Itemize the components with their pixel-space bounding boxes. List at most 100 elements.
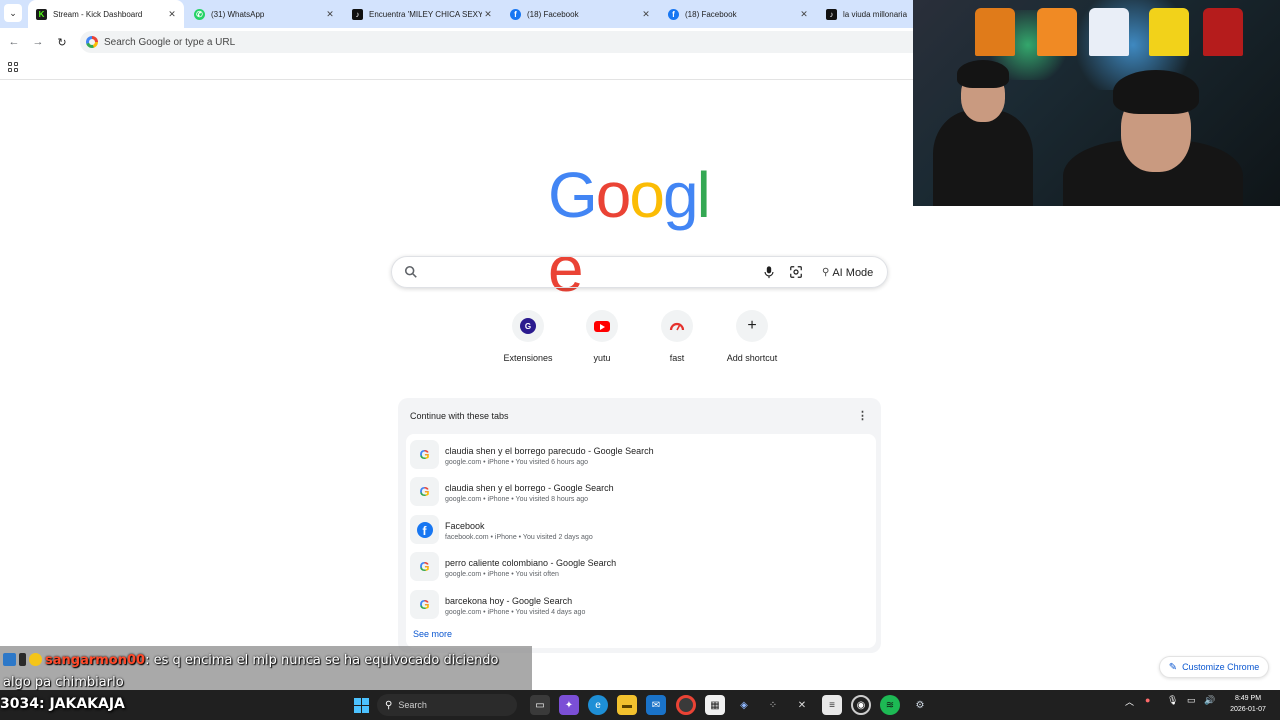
google-search-box[interactable]: ⚲ AI Mode (391, 256, 888, 288)
address-bar-placeholder: Search Google or type a URL (104, 36, 236, 48)
shortcut-label: Extensiones (503, 353, 553, 363)
tab-kick-dashboard[interactable]: K Stream - Kick Dashboard ✕ (28, 0, 184, 28)
taskbar-search-label: Search (398, 700, 427, 710)
list-item[interactable]: G claudia shen y el borrego - Google Sea… (406, 475, 876, 511)
card-heading: Continue with these tabs (410, 411, 509, 421)
list-item-title: barcekona hoy - Google Search (445, 596, 573, 606)
facebook-icon: f (416, 521, 433, 538)
reload-icon[interactable]: ↻ (54, 34, 70, 50)
sword-badge-icon (19, 653, 26, 666)
outlook-icon[interactable]: ✉ (646, 695, 666, 715)
google-logo: Google (548, 159, 711, 305)
g-letter-icon: G (520, 318, 536, 334)
tray-app-icon[interactable]: ● (1145, 695, 1150, 705)
shortcut-fast[interactable]: fast (639, 310, 715, 370)
list-item-title: claudia shen y el borrego parecudo - Goo… (445, 446, 654, 456)
google-lens-icon[interactable] (789, 265, 803, 279)
list-item-title: perro caliente colombiano - Google Searc… (445, 558, 617, 568)
notepad-icon[interactable]: ≡ (822, 695, 842, 715)
settings-gear-icon[interactable]: ⚙ (910, 695, 930, 715)
more-vertical-icon[interactable]: ⋮ (857, 410, 868, 424)
tiktok-icon: ♪ (352, 8, 363, 20)
facebook-icon: f (668, 8, 679, 20)
list-item[interactable]: G barcekona hoy - Google Search google.c… (406, 588, 876, 624)
chrome-icon[interactable] (676, 695, 696, 715)
shortcut-label: Add shortcut (726, 353, 778, 363)
google-icon: G (419, 484, 430, 499)
task-view-icon[interactable]: ▭ (530, 695, 550, 715)
chat-bottom-line: 3034: JAKAKAJA (0, 696, 125, 712)
google-icon: G (419, 447, 430, 462)
list-item[interactable]: G perro caliente colombiano - Google Sea… (406, 550, 876, 586)
ai-mode-button[interactable]: ⚲ AI Mode (816, 262, 879, 283)
tab-whatsapp[interactable]: ✆ (31) WhatsApp ✕ (186, 2, 342, 26)
file-explorer-icon[interactable]: ▬ (617, 695, 637, 715)
list-item-subtitle: google.com • iPhone • You visited 4 days… (445, 609, 586, 616)
list-item-title: Facebook (445, 521, 485, 531)
stream-chat-overlay: sangarmon00: es q encima el mlp nunca se… (0, 646, 532, 690)
tab-tiktok-viuda[interactable]: ♪ la viuda millonaria ( (818, 2, 913, 26)
close-icon[interactable]: ✕ (166, 9, 178, 20)
tab-title: (31) WhatsApp (211, 9, 265, 19)
capcut-icon[interactable]: ✕ (792, 695, 812, 715)
tab-title: Stream - Kick Dashboard (53, 9, 143, 19)
obs-icon[interactable]: ◉ (851, 695, 871, 715)
network-icon[interactable]: ▭ (1187, 695, 1196, 706)
clock-date: 2026-01-07 (1230, 706, 1266, 713)
shortcut-extensiones[interactable]: G Extensiones (490, 310, 566, 370)
vpn-icon[interactable]: ◈ (734, 695, 754, 715)
edge-icon[interactable]: e (588, 695, 608, 715)
google-icon: G (419, 559, 430, 574)
app-grid-icon[interactable]: ⁘ (763, 695, 783, 715)
customize-chrome-button[interactable]: ✎ Customize Chrome (1159, 656, 1269, 678)
facebook-icon: f (510, 8, 521, 20)
list-item-title: claudia shen y el borrego - Google Searc… (445, 483, 614, 493)
chat-username: sangarmon00 (45, 653, 146, 668)
continue-tabs-card: Continue with these tabs ⋮ G claudia she… (398, 398, 881, 653)
copilot-icon[interactable]: ✦ (559, 695, 579, 715)
add-shortcut-button[interactable]: + Add shortcut (714, 310, 790, 370)
microphone-icon[interactable]: 🎙 (1167, 695, 1178, 706)
system-clock[interactable]: 8:49 PM 2026-01-07 (1220, 693, 1276, 715)
windows-start-icon[interactable] (351, 695, 371, 715)
store-icon[interactable]: ▦ (705, 695, 725, 715)
search-icon (404, 265, 417, 278)
volume-icon[interactable]: 🔊 (1204, 695, 1215, 706)
jersey-orange (975, 8, 1015, 56)
ai-mode-label: AI Mode (832, 266, 874, 279)
chevron-up-icon[interactable]: ︿ (1125, 695, 1134, 708)
continue-tabs-list: G claudia shen y el borrego parecudo - G… (406, 434, 876, 648)
windows-taskbar: ⚲ Search ▭ ✦ e ▬ ✉ ▦ ◈ ⁘ ✕ ≡ ◉ ≋ ⚙ ︿ ● 🎙… (0, 690, 1280, 720)
tab-search-chevron-icon[interactable]: ⌄ (4, 4, 22, 22)
back-arrow-icon[interactable]: ← (6, 34, 22, 50)
streamer-webcam (913, 0, 1280, 206)
see-more-link[interactable]: See more (413, 629, 452, 639)
microphone-icon[interactable] (762, 265, 776, 279)
forward-arrow-icon[interactable]: → (30, 34, 46, 50)
list-item[interactable]: f Facebook facebook.com • iPhone • You v… (406, 513, 876, 549)
google-icon (86, 36, 98, 48)
list-item[interactable]: G claudia shen y el borrego parecudo - G… (406, 438, 876, 474)
close-icon[interactable]: ✕ (324, 9, 336, 20)
plus-icon: + (747, 317, 757, 334)
verified-badge-icon (3, 653, 16, 666)
close-icon[interactable]: ✕ (798, 9, 810, 20)
tab-facebook-2[interactable]: f (18) Facebook ✕ (660, 2, 816, 26)
tab-title: Encuentra 'MILEY CHICA SEXY (369, 9, 482, 19)
shortcut-label: yutu (593, 353, 611, 363)
tab-title: (18) Facebook (527, 9, 579, 19)
search-icon: ⚲ (385, 699, 393, 711)
shortcut-yutu[interactable]: yutu (564, 310, 640, 370)
pencil-icon: ✎ (1168, 661, 1178, 673)
subscriber-badge-icon (29, 653, 42, 666)
ai-search-icon: ⚲ (822, 267, 830, 278)
taskbar-search[interactable]: ⚲ Search (377, 694, 517, 716)
close-icon[interactable]: ✕ (482, 9, 494, 20)
tab-tiktok-search[interactable]: ♪ Encuentra 'MILEY CHICA SEXY ✕ (344, 2, 500, 26)
spotify-icon[interactable]: ≋ (880, 695, 900, 715)
close-icon[interactable]: ✕ (640, 9, 652, 20)
google-icon: G (419, 597, 430, 612)
whatsapp-icon: ✆ (194, 8, 205, 20)
tab-facebook-1[interactable]: f (18) Facebook ✕ (502, 2, 658, 26)
apps-grid-icon[interactable] (8, 62, 18, 72)
